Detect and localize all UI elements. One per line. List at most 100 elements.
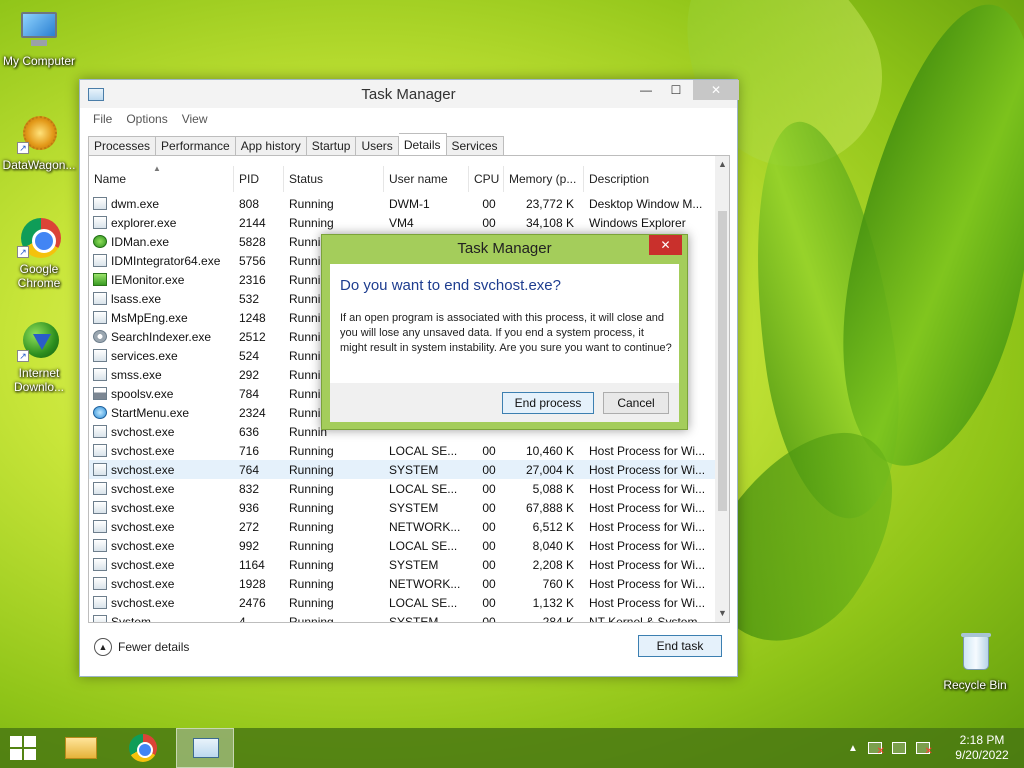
cell-cpu: 00 [482, 462, 496, 477]
cell-memory: 67,888 K [525, 500, 574, 515]
column-header-name[interactable]: ▲ Name [89, 166, 234, 192]
table-row[interactable]: svchost.exe 1164 Running SYSTEM 00 2,208 K Hos… [89, 555, 715, 574]
minimize-button[interactable]: — [632, 80, 660, 100]
cell-name: svchost.exe [89, 558, 234, 572]
cell-pid: 716 [239, 443, 260, 458]
process-icon [93, 425, 107, 438]
taskbar: ▲ ✕ ✕ 2:18 PM 9/20/2022 [0, 728, 1024, 768]
table-row[interactable]: svchost.exe 992 Running LOCAL SE... 00 8,040 … [89, 536, 715, 555]
chevron-up-icon[interactable]: ▲ [848, 743, 858, 754]
desktop-icon-datawagon[interactable]: ↗ DataWagon... [0, 112, 78, 172]
desktop-icon-internet-download-manager[interactable]: ↗ Internet Downlo... [0, 320, 78, 394]
taskbar-chrome[interactable] [114, 728, 172, 768]
cell-status: Running [289, 215, 334, 230]
process-icon [93, 520, 107, 533]
dialog-heading: Do you want to end svchost.exe? [340, 277, 561, 294]
scroll-thumb[interactable] [718, 211, 727, 511]
tab-startup[interactable]: Startup [306, 136, 357, 157]
cell-name: explorer.exe [89, 216, 234, 230]
process-icon [93, 197, 107, 210]
cell-cpu: 00 [482, 500, 496, 515]
scroll-down-icon[interactable]: ▼ [715, 605, 729, 622]
cell-status: Running [289, 557, 334, 572]
cell-status: Running [289, 595, 334, 610]
column-header-status[interactable]: Status [284, 166, 384, 192]
menu-options[interactable]: Options [126, 112, 167, 126]
column-header-memory[interactable]: Memory (p... [504, 166, 584, 192]
dialog-close-button[interactable]: ✕ [649, 235, 682, 255]
process-icon [93, 539, 107, 552]
volume-muted-icon[interactable]: ✕ [867, 742, 885, 757]
cell-user-name: LOCAL SE... [389, 481, 458, 496]
desktop-icon-google-chrome[interactable]: ↗ Google Chrome [0, 216, 78, 290]
cell-cpu: 00 [482, 519, 496, 534]
table-row[interactable]: svchost.exe 272 Running NETWORK... 00 6,512 K… [89, 517, 715, 536]
process-icon [93, 596, 107, 609]
fewer-details-button[interactable]: ▲ Fewer details [94, 638, 189, 656]
menu-file[interactable]: File [93, 112, 112, 126]
table-row[interactable]: svchost.exe 716 Running LOCAL SE... 00 10,460… [89, 441, 715, 460]
cell-pid: 272 [239, 519, 260, 534]
dialog-footer: End process Cancel [330, 383, 679, 422]
cell-memory: 23,772 K [525, 196, 574, 211]
process-icon [93, 463, 107, 476]
cell-memory: 6,512 K [532, 519, 574, 534]
menu-view[interactable]: View [182, 112, 208, 126]
table-row[interactable]: dwm.exe 808 Running DWM-1 00 23,772 K Desktop … [89, 194, 715, 213]
table-row[interactable]: svchost.exe 832 Running LOCAL SE... 00 5,088 … [89, 479, 715, 498]
cell-pid: 808 [239, 196, 260, 211]
column-header-description[interactable]: Description [584, 166, 715, 192]
process-icon [93, 254, 107, 267]
cell-memory: 27,004 K [525, 462, 574, 477]
fewer-details-label: Fewer details [118, 640, 190, 654]
process-icon [93, 558, 107, 571]
desktop-icon-recycle-bin[interactable]: Recycle Bin [936, 632, 1014, 692]
table-row[interactable]: svchost.exe 1928 Running NETWORK... 00 760 K H… [89, 574, 715, 593]
table-row[interactable]: System 4 Running SYSTEM 00 284 K NT Kernel & S… [89, 612, 715, 622]
column-header-cpu[interactable]: CPU [469, 166, 504, 192]
desktop-icon-label: Google Chrome [17, 262, 61, 290]
vertical-scrollbar[interactable]: ▲ ▼ [715, 156, 729, 622]
table-row[interactable]: svchost.exe 936 Running SYSTEM 00 67,888 K Hos… [89, 498, 715, 517]
cell-pid: 1248 [239, 310, 266, 325]
dialog-message: If an open program is associated with th… [340, 312, 672, 354]
cell-name: svchost.exe [89, 425, 234, 439]
table-row[interactable]: svchost.exe 2476 Running LOCAL SE... 00 1,132… [89, 593, 715, 612]
process-icon [93, 615, 107, 622]
tab-services[interactable]: Services [446, 136, 504, 157]
end-process-button[interactable]: End process [502, 392, 594, 414]
end-task-button[interactable]: End task [638, 635, 722, 657]
cell-pid: 2144 [239, 215, 266, 230]
table-row[interactable]: explorer.exe 2144 Running VM4 00 34,108 K Wind… [89, 213, 715, 232]
network-icon[interactable] [891, 742, 906, 754]
action-center-flag-icon[interactable]: ✕ [915, 742, 933, 757]
desktop-icon-my-computer[interactable]: My Computer [0, 8, 78, 68]
cell-name: svchost.exe [89, 596, 234, 610]
table-row[interactable]: svchost.exe 764 Running SYSTEM 00 27,004 K Hos… [89, 460, 715, 479]
tab-processes[interactable]: Processes [88, 136, 157, 157]
maximize-button[interactable]: ☐ [662, 80, 690, 100]
start-button[interactable] [10, 736, 36, 760]
tab-performance[interactable]: Performance [156, 136, 236, 157]
cell-cpu: 00 [482, 443, 496, 458]
cell-pid: 2316 [239, 272, 266, 287]
tab-details[interactable]: Details [398, 133, 447, 157]
cell-name: StartMenu.exe [89, 406, 234, 420]
clock[interactable]: 2:18 PM 9/20/2022 [948, 733, 1016, 763]
tab-users[interactable]: Users [356, 136, 399, 157]
close-button[interactable]: ✕ [693, 80, 739, 100]
cancel-button[interactable]: Cancel [603, 392, 669, 414]
column-header-user-name[interactable]: User name [384, 166, 469, 192]
cell-description: Host Process for Wi... [589, 519, 706, 534]
scroll-up-icon[interactable]: ▲ [715, 156, 729, 173]
clock-date: 9/20/2022 [955, 748, 1009, 762]
cell-user-name: SYSTEM [389, 462, 439, 477]
taskbar-file-explorer[interactable] [52, 728, 110, 768]
tab-app-history[interactable]: App history [235, 136, 307, 157]
column-header-pid[interactable]: PID [234, 166, 284, 192]
cell-cpu: 00 [482, 196, 496, 211]
window-titlebar[interactable]: Task Manager — ☐ ✕ [80, 80, 739, 108]
taskbar-task-manager[interactable] [176, 728, 234, 768]
dialog-title: Task Manager [457, 240, 552, 257]
cell-pid: 524 [239, 348, 260, 363]
